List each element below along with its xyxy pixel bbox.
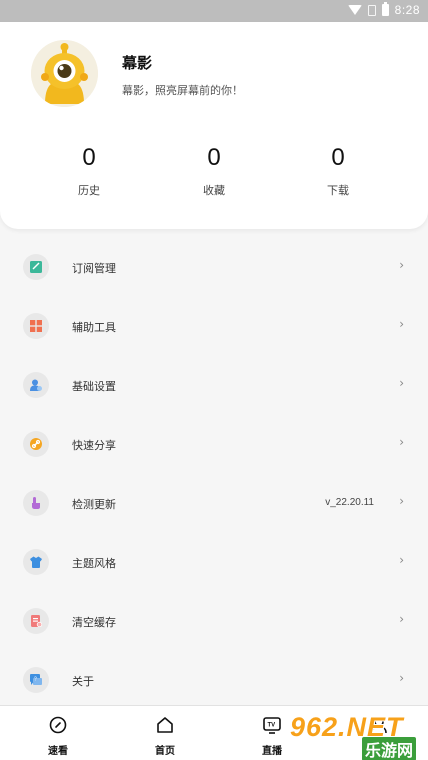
menu-label-about: 关于 <box>72 675 94 688</box>
profile-card: 幕影 幕影，照亮屏幕前的你！ 0 历史 0 收藏 0 下载 <box>0 22 428 229</box>
chevron-right-icon: › <box>399 494 404 508</box>
tab-label-quick-view: 速看 <box>48 746 68 757</box>
status-icons: 8:28 <box>347 2 420 17</box>
menu-item-settings[interactable]: 基础设置 › <box>0 356 428 415</box>
sim-icon <box>367 4 376 16</box>
status-time: 8:28 <box>394 3 420 17</box>
menu-label-clear-cache: 清空缓存 <box>72 616 116 629</box>
chevron-right-icon: › <box>399 435 404 449</box>
stat-favorites-count: 0 <box>207 144 221 171</box>
menu-item-update[interactable]: 检测更新 v_22.20.11 › <box>0 474 428 533</box>
chevron-right-icon: › <box>399 553 404 567</box>
subscription-icon <box>23 254 49 280</box>
app-version: v_22.20.11 <box>325 497 374 508</box>
tab-label-home: 首页 <box>155 746 175 757</box>
theme-shirt-icon <box>23 549 49 575</box>
compass-icon <box>49 716 67 734</box>
tab-home[interactable]: 首页 <box>135 706 195 760</box>
menu-label-tools: 辅助工具 <box>72 321 116 334</box>
stat-history-count: 0 <box>82 144 96 171</box>
stat-history[interactable]: 0 历史 <box>49 146 129 198</box>
menu-label-share: 快速分享 <box>72 439 116 452</box>
battery-icon <box>381 2 389 16</box>
menu-label-update: 检测更新 <box>72 498 116 511</box>
menu-label-subscription: 订阅管理 <box>72 262 116 275</box>
chevron-right-icon: › <box>399 376 404 390</box>
menu-item-subscription[interactable]: 订阅管理 › <box>0 238 428 297</box>
about-chat-icon: ? <box>23 667 49 693</box>
profile-motto: 幕影，照亮屏幕前的你！ <box>122 84 243 97</box>
stat-downloads-label: 下载 <box>327 184 349 197</box>
chevron-right-icon: › <box>399 612 404 626</box>
status-bar: 8:28 <box>0 0 428 22</box>
user-settings-icon <box>23 372 49 398</box>
menu-item-share[interactable]: 快速分享 › <box>0 415 428 474</box>
menu-label-settings: 基础设置 <box>72 380 116 393</box>
watermark-site-name: 乐游网 <box>362 737 417 760</box>
mascot-avatar-icon <box>31 40 98 107</box>
tv-icon: TV <box>263 717 281 734</box>
menu-item-clear-cache[interactable]: 清空缓存 › <box>0 592 428 651</box>
update-hand-icon <box>23 490 49 516</box>
avatar[interactable] <box>31 40 98 107</box>
tools-grid-icon <box>23 313 49 339</box>
svg-text:?: ? <box>34 677 37 683</box>
username: 幕影 <box>122 54 153 72</box>
stat-downloads[interactable]: 0 下载 <box>298 146 378 198</box>
stat-favorites-label: 收藏 <box>203 184 225 197</box>
wifi-icon <box>347 5 362 15</box>
menu-item-theme[interactable]: 主题风格 › <box>0 533 428 592</box>
menu-item-tools[interactable]: 辅助工具 › <box>0 297 428 356</box>
tab-quick-view[interactable]: 速看 <box>28 706 88 760</box>
menu-label-theme: 主题风格 <box>72 557 116 570</box>
watermark-logo: 962.NET 乐游网 <box>290 712 422 760</box>
stat-favorites[interactable]: 0 收藏 <box>174 146 254 198</box>
stat-downloads-count: 0 <box>331 144 345 171</box>
chevron-right-icon: › <box>399 671 404 685</box>
svg-text:TV: TV <box>268 723 276 729</box>
home-icon <box>157 717 173 733</box>
clear-cache-icon <box>23 608 49 634</box>
share-link-icon <box>23 431 49 457</box>
chevron-right-icon: › <box>399 258 404 272</box>
menu-item-about[interactable]: ? 关于 › <box>0 651 428 710</box>
stat-history-label: 历史 <box>78 184 100 197</box>
chevron-right-icon: › <box>399 317 404 331</box>
